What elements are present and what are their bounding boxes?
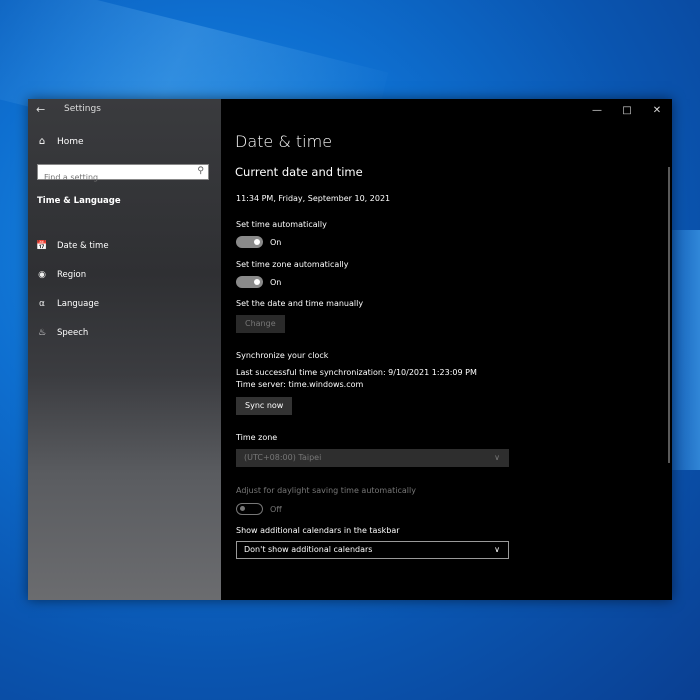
search-icon[interactable]: ⚲ [197, 166, 204, 176]
section-title: Current date and time [235, 165, 363, 179]
set-tz-auto-label: Set time zone automatically [236, 260, 349, 269]
sidebar-item-language[interactable]: α Language [36, 289, 109, 318]
time-server-text: Time server: time.windows.com [236, 380, 364, 389]
dst-toggle[interactable] [236, 503, 263, 515]
set-tz-auto-toggle[interactable] [236, 276, 263, 288]
section-heading: Time & Language [37, 196, 121, 206]
last-sync-text: Last successful time synchronization: 9/… [236, 368, 477, 377]
close-icon[interactable]: ✕ [642, 99, 672, 121]
time-zone-label: Time zone [236, 433, 278, 442]
time-zone-value: (UTC+08:00) Taipei [244, 453, 322, 462]
globe-icon: ◉ [38, 269, 46, 280]
home-icon: ⌂ [38, 136, 46, 147]
set-tz-auto-state: On [270, 278, 282, 287]
scrollbar[interactable] [668, 167, 670, 463]
title-bar: ← Settings [28, 99, 221, 121]
home-label: Home [57, 136, 84, 147]
set-time-auto-label: Set time automatically [236, 220, 327, 229]
language-icon: α [39, 298, 45, 309]
sidebar-item-date-time[interactable]: 📅 Date & time [36, 231, 109, 260]
manual-time-label: Set the date and time manually [236, 299, 364, 308]
set-time-auto-toggle[interactable] [236, 236, 263, 248]
sync-now-button[interactable]: Sync now [236, 397, 293, 415]
chevron-down-icon: ∨ [494, 453, 500, 462]
sync-heading: Synchronize your clock [236, 351, 329, 360]
chevron-down-icon: ∨ [494, 545, 500, 554]
sidebar-item-speech[interactable]: ♨ Speech [36, 318, 109, 347]
sidebar-item-label: Date & time [57, 240, 109, 251]
sidebar-item-label: Language [57, 298, 99, 309]
sidebar-nav: 📅 Date & time ◉ Region α Language ♨ Spee… [36, 231, 109, 347]
page-title: Date & time [235, 132, 333, 151]
microphone-icon: ♨ [37, 327, 47, 338]
calendar-clock-icon: 📅 [36, 240, 48, 251]
calendars-select[interactable]: Don't show additional calendars ∨ [236, 541, 509, 559]
dst-label: Adjust for daylight saving time automati… [236, 486, 416, 495]
window-controls: — □ ✕ [582, 99, 672, 121]
time-zone-select[interactable]: (UTC+08:00) Taipei ∨ [236, 449, 509, 467]
main-pane: — □ ✕ Date & time Current date and time … [221, 99, 672, 600]
maximize-icon[interactable]: □ [612, 99, 642, 121]
current-datetime: 11:34 PM, Friday, September 10, 2021 [236, 194, 391, 203]
home-link[interactable]: ⌂ Home [36, 136, 84, 147]
dst-state: Off [270, 505, 282, 514]
change-button[interactable]: Change [236, 315, 285, 333]
settings-window: ← Settings ⌂ Home ⚲ Time & Language 📅 Da… [28, 99, 672, 600]
calendars-value: Don't show additional calendars [244, 545, 373, 554]
minimize-icon[interactable]: — [582, 99, 612, 121]
sidebar-item-region[interactable]: ◉ Region [36, 260, 109, 289]
sidebar-item-label: Speech [57, 327, 89, 338]
set-time-auto-state: On [270, 238, 282, 247]
window-title: Settings [64, 104, 101, 114]
back-arrow-icon[interactable]: ← [36, 103, 45, 116]
sidebar-item-label: Region [57, 269, 87, 280]
search-field[interactable]: ⚲ [37, 164, 209, 186]
calendars-label: Show additional calendars in the taskbar [236, 526, 400, 535]
sidebar: ← Settings ⌂ Home ⚲ Time & Language 📅 Da… [28, 99, 221, 600]
search-input[interactable] [42, 169, 196, 186]
